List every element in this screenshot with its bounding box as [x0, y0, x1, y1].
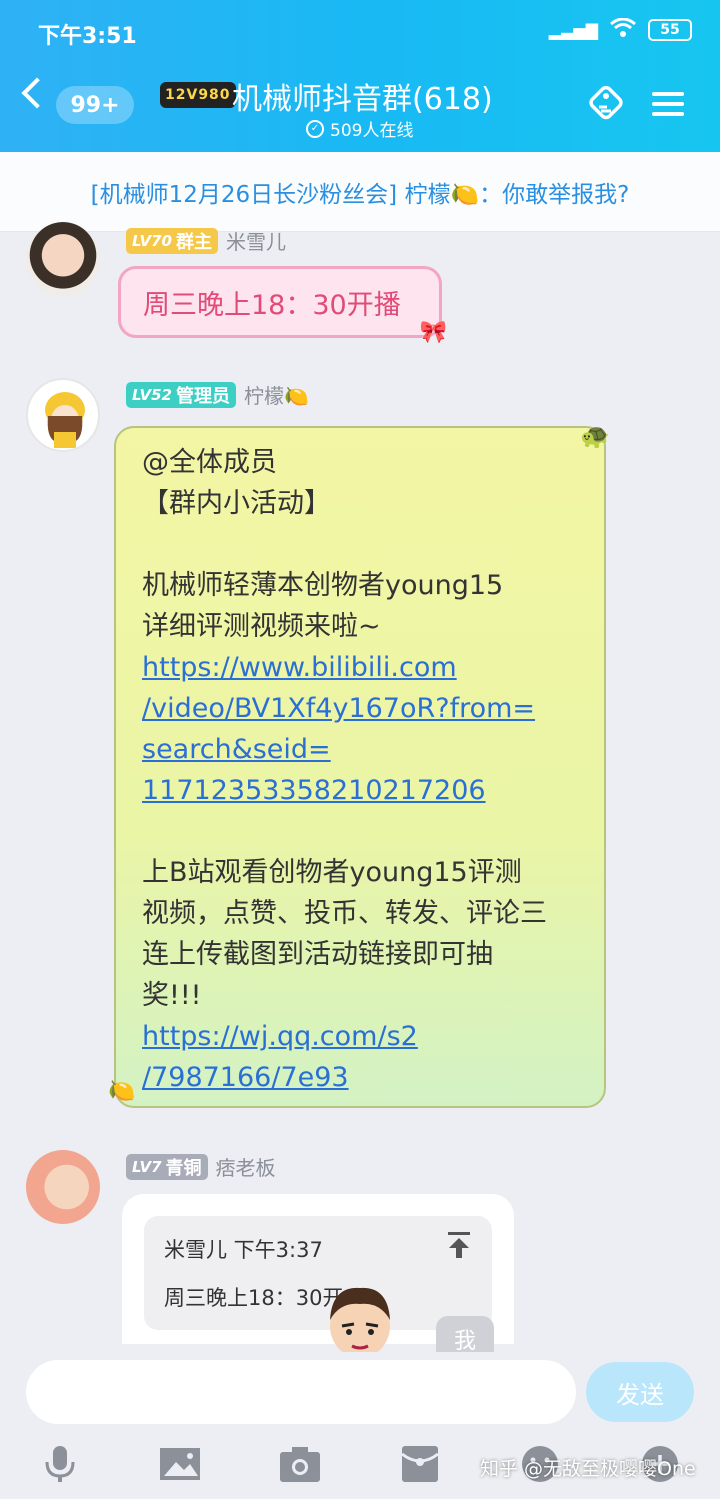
menu-icon[interactable]: [646, 82, 690, 126]
message-line: 详细评测视频来啦~: [142, 611, 381, 642]
online-count-label: 509人在线: [330, 121, 414, 141]
bilibili-link[interactable]: /video/BV1Xf4y167oR?from=: [142, 693, 535, 724]
bilibili-link[interactable]: search&seid=: [142, 734, 331, 765]
survey-link[interactable]: /7987166/7e93: [142, 1062, 349, 1093]
sender-meta: LV70 群主 米雪儿: [126, 226, 286, 255]
group-title[interactable]: 机械师抖音群(618): [232, 74, 493, 118]
message-text: 周三晚上18：30开播: [143, 289, 401, 321]
group-tag-icon[interactable]: [584, 82, 628, 126]
red-packet-icon[interactable]: [398, 1444, 442, 1484]
online-count: ✓ 509人在线: [306, 116, 413, 141]
avatar-mixueer[interactable]: [26, 222, 100, 296]
reply-header: 米雪儿 下午3:37: [164, 1238, 323, 1262]
send-button[interactable]: 发送: [586, 1362, 694, 1422]
message-line: 上B站观看创物者young15评测: [142, 857, 522, 888]
level-tag-admin: LV52 管理员: [126, 381, 236, 408]
status-time: 下午3:51: [38, 24, 137, 49]
group-logo-badge: 12V980: [160, 82, 236, 108]
back-arrow-icon[interactable]: [21, 77, 53, 109]
bow-icon: 🎀: [419, 320, 447, 345]
message-bubble[interactable]: @全体成员 【群内小活动】 机械师轻薄本创物者young15 详细评测视频来啦~…: [108, 422, 610, 1108]
bilibili-link[interactable]: https://www.bilibili.com: [142, 652, 457, 683]
signal-icon: ▂▃▅▇: [548, 20, 598, 40]
level-tag-owner: LV70 群主: [126, 227, 218, 254]
status-icons: ▂▃▅▇ 55: [548, 17, 692, 42]
sender-meta: LV7 青铜 痞老板: [126, 1152, 276, 1181]
battery-icon: 55: [648, 19, 692, 41]
pinned-notice[interactable]: [机械师12月26日长沙粉丝会] 柠檬🍋：你敢举报我?: [0, 152, 720, 232]
message-line: 机械师轻薄本创物者young15: [142, 570, 504, 601]
message-line: 奖!!!: [142, 980, 202, 1011]
message-input[interactable]: [26, 1360, 576, 1424]
sender-name: 痞老板: [215, 1156, 276, 1180]
avatar-pilaoban[interactable]: [26, 1150, 100, 1224]
avatar-ningmeng[interactable]: [26, 378, 100, 452]
wifi-icon: [610, 17, 636, 42]
message-line: 视频，点赞、投币、转发、评论三: [142, 898, 547, 929]
camera-icon[interactable]: [278, 1444, 322, 1484]
lemon-icon: 🍋: [108, 1079, 136, 1104]
survey-link[interactable]: https://wj.qq.com/s2: [142, 1021, 418, 1052]
sender-name: 柠檬🍋: [243, 384, 309, 408]
level-tag-bronze: LV7 青铜: [126, 1153, 208, 1180]
unread-count-badge[interactable]: 99+: [56, 86, 134, 124]
watermark: 知乎 @无敌至极嘤嘤One: [480, 1458, 696, 1480]
message-bubble[interactable]: 周三晚上18：30开播 🎀: [118, 266, 447, 345]
message-line: @全体成员: [142, 447, 277, 478]
message-line: 【群内小活动】: [142, 488, 331, 519]
sender-meta: LV52 管理员 柠檬🍋: [126, 380, 309, 409]
microphone-icon[interactable]: [38, 1444, 82, 1484]
online-check-icon: ✓: [306, 119, 324, 138]
message-line: [142, 524, 584, 565]
image-icon[interactable]: [158, 1444, 202, 1484]
title-bar: 下午3:51 ▂▃▅▇ 55 99+ 12V980 机械师抖音群(618) ✓ …: [0, 0, 720, 152]
message-line: [142, 811, 584, 852]
turtle-icon: 🐢: [580, 422, 610, 450]
cartoon-face-sticker: [330, 1287, 390, 1358]
message-line: 连上传截图到活动链接即可抽: [142, 939, 493, 970]
jump-to-top-icon[interactable]: [446, 1230, 472, 1260]
bilibili-link[interactable]: 11712353358210217206: [142, 775, 486, 806]
sender-name: 米雪儿: [225, 230, 286, 254]
